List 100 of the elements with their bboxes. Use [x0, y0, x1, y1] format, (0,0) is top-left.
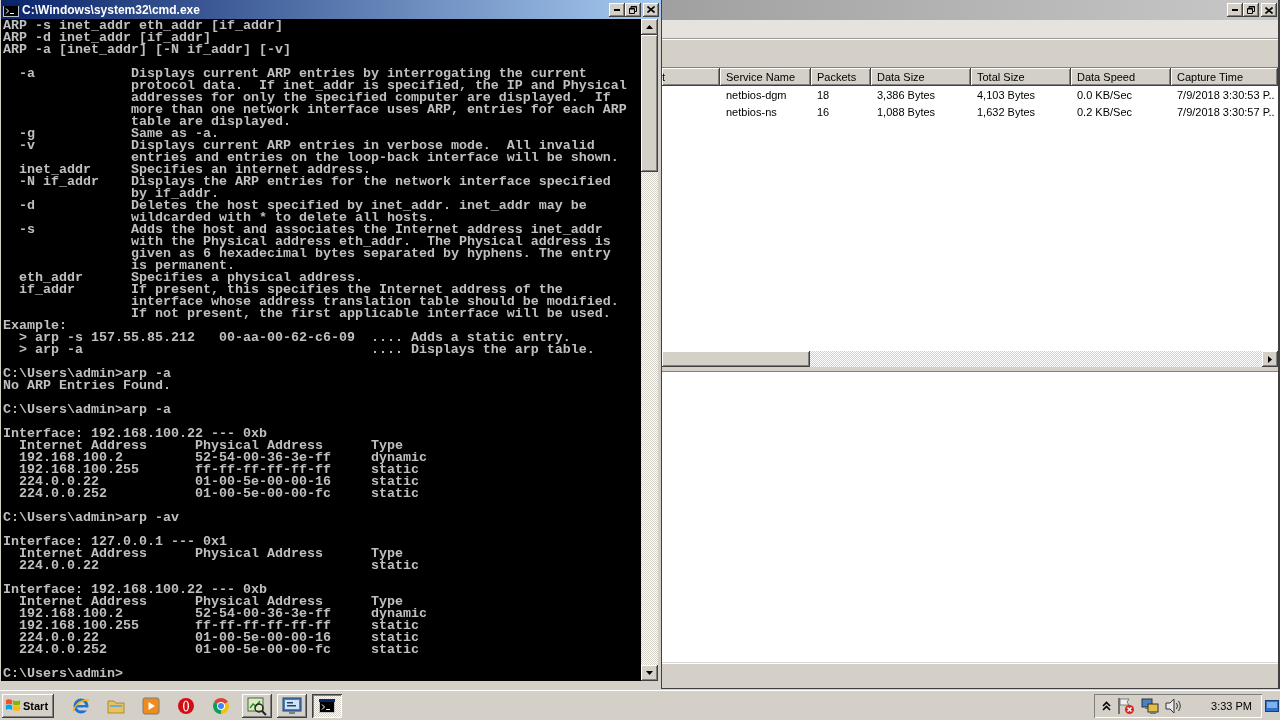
physical-address: 01-00-5e-00-00-fc — [194, 644, 331, 656]
restore-icon — [629, 5, 637, 14]
speaker-icon[interactable] — [1165, 697, 1184, 714]
scroll-up-button[interactable] — [641, 19, 658, 35]
column-header[interactable]: Total Size — [971, 68, 1071, 86]
column-heading: Type — [370, 440, 403, 452]
ip-address: 224.0.0.22 — [19, 560, 99, 572]
minimize-button[interactable] — [609, 2, 625, 17]
restore-button[interactable] — [1243, 3, 1259, 17]
entry-type: static — [370, 644, 419, 656]
option-name: -g — [19, 128, 35, 140]
table-cell: 0.2 KB/Sec — [1077, 105, 1133, 118]
option-description: Displays current ARP entries in verbose mode. All invalid entries and entries on the loop-back interface will be shown. — [130, 140, 619, 164]
column-heading: Internet Address — [19, 596, 147, 608]
entry-type: dynamic — [370, 608, 427, 620]
taskbar-button[interactable] — [277, 693, 307, 718]
flag-icon — [5, 698, 21, 713]
minimize-button[interactable] — [1227, 3, 1243, 17]
play-icon[interactable] — [142, 696, 160, 715]
clock[interactable]: 3:33 PM — [1211, 699, 1252, 712]
table-cell: netbios-dgm — [726, 88, 787, 101]
physical-address: ff-ff-ff-ff-ff-ff — [194, 620, 331, 632]
option-description: Displays current ARP entries by interrogating the current protocol data. If inet_addr is specified, the IP and Physical addresses for only the specified computer are displayed. If more than one network interface uses ARP, entries for each ARP table are displayed. — [130, 68, 627, 128]
column-header[interactable]: Capture Time — [1171, 68, 1278, 86]
interface-line: Interface: 192.168.100.22 --- 0xb — [3, 584, 267, 596]
interface-line: Interface: 127.0.0.1 --- 0x1 — [3, 536, 227, 548]
column-header[interactable]: Packets — [811, 68, 871, 86]
entry-type: static — [370, 476, 419, 488]
option-description: Same as -a. — [130, 128, 219, 140]
entry-type: static — [370, 560, 419, 572]
arrow-up-icon — [646, 25, 653, 29]
option-name: inet_addr — [19, 164, 91, 176]
option-description: Specifies an internet address. — [130, 164, 371, 176]
ip-address: 192.168.100.255 — [19, 464, 139, 476]
example-comment: .... Displays the arp table. — [370, 344, 595, 356]
example-command: > arp -a — [19, 344, 83, 356]
console-icon — [319, 698, 335, 713]
ip-address: 224.0.0.252 — [19, 644, 107, 656]
example-command: > arp -s 157.55.85.212 00-aa-00-62-c6-09 — [19, 332, 355, 344]
window-title: C:\Windows\system32\cmd.exe — [22, 2, 201, 17]
scroll-right-button[interactable] — [1262, 351, 1278, 367]
e-logo-icon[interactable] — [72, 696, 90, 715]
console-line: C:\Users\admin>arp -a — [3, 368, 171, 380]
entry-type: static — [370, 632, 419, 644]
vertical-scrollbar[interactable] — [641, 19, 658, 681]
ip-address: 224.0.0.22 — [19, 632, 99, 644]
desktop-icon — [1265, 699, 1279, 712]
column-header[interactable]: t — [662, 68, 720, 86]
column-heading: Physical Address — [194, 440, 323, 452]
taskbar-button[interactable] — [242, 693, 272, 718]
column-heading: Physical Address — [194, 548, 323, 560]
option-name: -N if_addr — [19, 176, 99, 188]
physical-address: ff-ff-ff-ff-ff-ff — [194, 464, 331, 476]
column-header[interactable]: Service Name — [720, 68, 811, 86]
round-logo-icon[interactable] — [212, 696, 230, 715]
monitor-icon — [282, 696, 302, 715]
close-button[interactable] — [1261, 3, 1277, 17]
chevron-up-icon[interactable] — [1102, 700, 1112, 711]
arrow-down-icon — [646, 671, 653, 675]
option-description: Specifies a physical address. — [130, 272, 363, 284]
restore-button[interactable] — [625, 2, 641, 17]
close-icon — [1265, 6, 1273, 14]
scrollbar-thumb[interactable] — [641, 35, 658, 172]
physical-address: 01-00-5e-00-00-fc — [194, 488, 331, 500]
arrow-right-icon — [1268, 355, 1272, 363]
ip-address: 192.168.100.2 — [19, 608, 123, 620]
console-line: ARP -d inet_addr [if_addr] — [3, 32, 211, 44]
scroll-down-button[interactable] — [641, 665, 658, 681]
ring-icon[interactable] — [177, 696, 195, 715]
console-line: C:\Users\admin>arp -av — [3, 512, 179, 524]
close-button[interactable] — [643, 2, 659, 17]
console-line: C:\Users\admin>arp -a — [3, 404, 171, 416]
flag-alert-icon[interactable] — [1117, 696, 1136, 715]
start-button[interactable]: Start — [2, 693, 54, 718]
option-name: if_addr — [19, 284, 75, 296]
option-description: Adds the host and associates the Internet address inet_addr with the Physical address eth_addr. The Physical address is given as 6 hexadecimal bytes separated by hyphens. The entry is permanent. — [130, 224, 611, 272]
console-line: C:\Users\admin> — [3, 668, 123, 680]
horizontal-scrollbar[interactable] — [662, 351, 1278, 367]
entry-type: static — [370, 620, 419, 632]
ip-address: 192.168.100.255 — [19, 620, 139, 632]
network-icon[interactable] — [1141, 696, 1160, 715]
console-line: No ARP Entries Found. — [3, 380, 171, 392]
option-name: -a — [19, 68, 35, 80]
table-cell: 18 — [817, 88, 830, 101]
entry-type: dynamic — [370, 452, 427, 464]
ip-address: 224.0.0.22 — [19, 476, 99, 488]
table-cell: 7/9/2018 3:30:57 P.. — [1177, 105, 1275, 118]
column-header[interactable]: Data Size — [871, 68, 971, 86]
physical-address: 52-54-00-36-3e-ff — [194, 452, 331, 464]
option-description: If present, this specifies the Internet address of the interface whose address translation table should be modified. If not present, the first applicable interface will be used. — [130, 284, 619, 320]
table-cell: netbios-ns — [726, 105, 777, 118]
option-name: -s — [19, 224, 35, 236]
taskbar-button[interactable] — [312, 693, 342, 718]
minimize-icon — [1232, 9, 1238, 11]
physical-address: 01-00-5e-00-00-16 — [194, 632, 331, 644]
console-icon — [3, 2, 19, 17]
console-line: ARP -s inet_addr eth_addr [if_addr] — [3, 20, 283, 32]
scrollbar-thumb[interactable] — [662, 351, 810, 367]
column-heading: Internet Address — [19, 548, 147, 560]
column-header[interactable]: Data Speed — [1071, 68, 1171, 86]
